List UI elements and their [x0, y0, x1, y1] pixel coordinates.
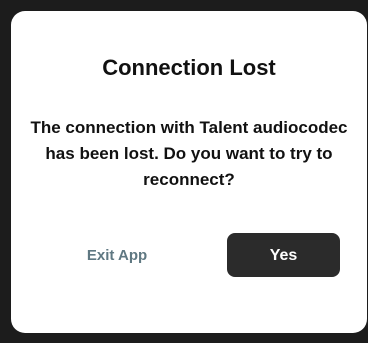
yes-button[interactable]: Yes — [227, 233, 340, 277]
exit-app-button[interactable]: Exit App — [67, 235, 167, 275]
dialog-message: The connection with Talent audiocodec ha… — [30, 118, 348, 189]
dialog-title: Connection Lost — [102, 55, 276, 80]
connection-lost-dialog: Connection Lost The connection with Tale… — [11, 11, 367, 333]
